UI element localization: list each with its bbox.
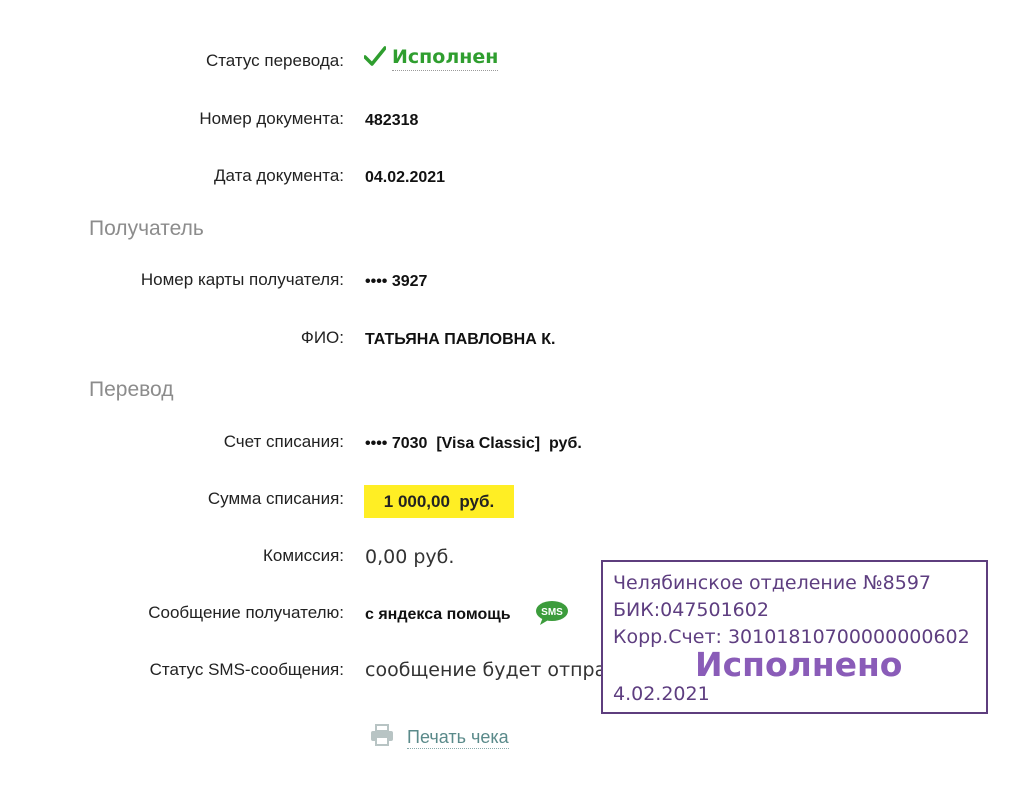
commission-value: 0,00 руб.: [365, 546, 455, 568]
card-value: •••• 3927: [365, 273, 428, 290]
sms-bubble-icon: SMS: [535, 600, 569, 631]
print-receipt-link[interactable]: Печать чека: [369, 723, 509, 752]
status-value: Исполнен: [392, 46, 499, 71]
commission-label: Комиссия:: [263, 546, 344, 565]
svg-text:SMS: SMS: [541, 607, 563, 618]
card-label: Номер карты получателя:: [140, 270, 344, 289]
account-value: •••• 7030 [Visa Classic] руб.: [365, 435, 582, 452]
message-label: Сообщение получателю:: [148, 603, 344, 622]
doc-number-value: 482318: [365, 112, 419, 129]
name-label: ФИО:: [300, 328, 344, 347]
bank-stamp: Челябинское отделение №8597 БИК:04750160…: [601, 560, 988, 714]
printer-icon: [369, 723, 395, 752]
message-value: с яндекса помощь: [365, 606, 511, 623]
amount-label: Сумма списания:: [207, 489, 344, 508]
status-label: Статус перевода:: [205, 51, 344, 70]
print-receipt-label[interactable]: Печать чека: [407, 727, 509, 749]
transfer-status: Исполнен: [363, 46, 499, 71]
transfer-heading: Перевод: [89, 378, 174, 401]
doc-date-label: Дата документа:: [214, 166, 344, 185]
checkmark-icon: [363, 46, 387, 71]
stamp-bik: БИК:047501602: [613, 599, 769, 621]
stamp-date: 4.02.2021: [613, 683, 710, 705]
recipient-heading: Получатель: [89, 217, 204, 240]
doc-date-value: 04.02.2021: [365, 169, 446, 186]
stamp-status: Исполнено: [695, 645, 903, 684]
account-label: Счет списания:: [223, 432, 344, 451]
amount-value: 1 000,00 руб.: [364, 485, 514, 518]
name-value: ТАТЬЯНА ПАВЛОВНА К.: [365, 331, 556, 348]
stamp-branch: Челябинское отделение №8597: [613, 572, 932, 594]
doc-number-label: Номер документа:: [199, 109, 344, 128]
sms-status-label: Статус SMS-сообщения:: [149, 660, 344, 679]
